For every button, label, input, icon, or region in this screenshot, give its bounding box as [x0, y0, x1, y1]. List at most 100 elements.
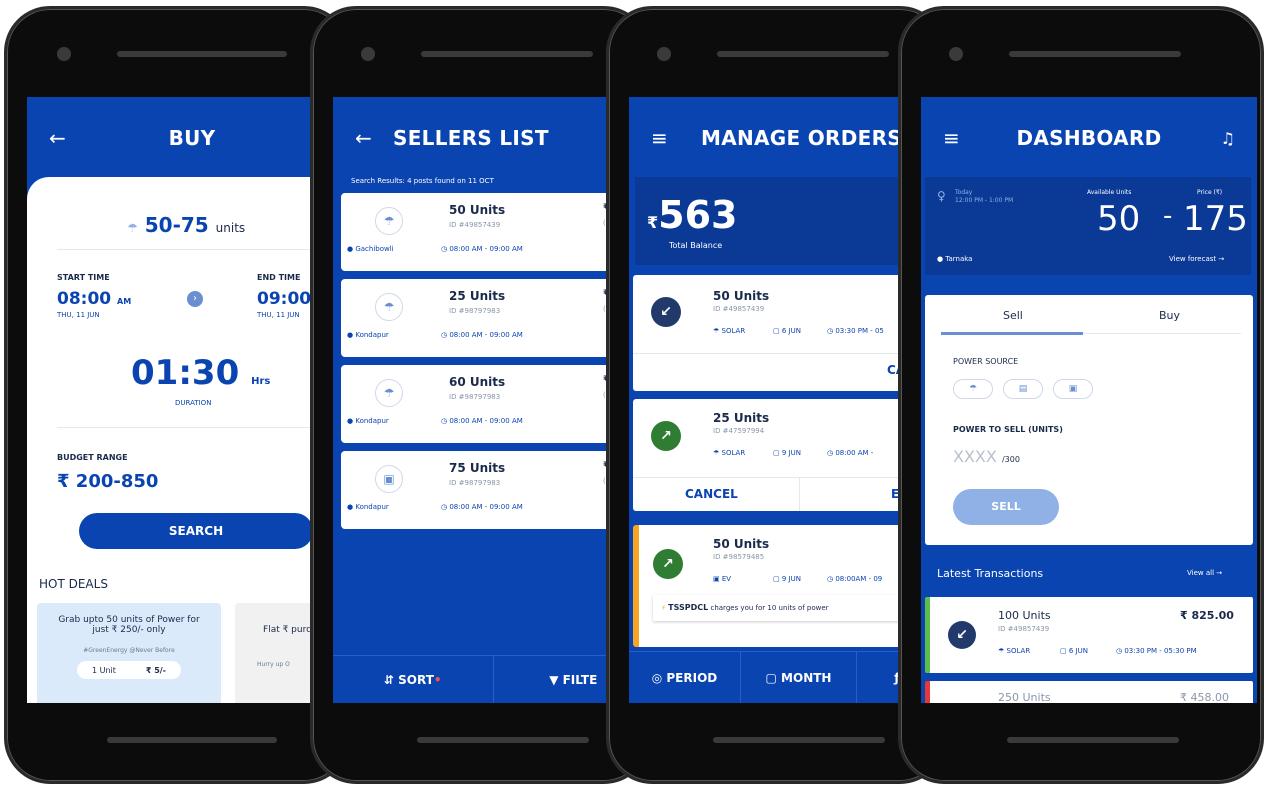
- back-arrow-icon[interactable]: ←: [355, 126, 372, 150]
- month-button[interactable]: ▢ MONTH: [741, 651, 857, 703]
- seller-card[interactable]: ▣ 75 Units ID #98797983 ● Kondapur ◷ 08:…: [341, 451, 631, 529]
- seller-location: ● Kondapur: [347, 503, 389, 511]
- sell-button[interactable]: SELL: [953, 489, 1059, 525]
- battery-icon: ▤: [1018, 384, 1028, 394]
- tsspdcl-text: charges you for 10 units of power: [710, 604, 829, 612]
- units-value: 50-75: [144, 213, 209, 237]
- bolt-icon: ⚡: [661, 604, 666, 612]
- cancel-button[interactable]: CANCEL: [685, 487, 738, 501]
- sellers-appbar: ← SELLERS LIST: [333, 97, 647, 179]
- end-date: THU, 11 JUN: [257, 311, 300, 319]
- view-all-link[interactable]: View all →: [1187, 569, 1222, 577]
- solar-icon: ☂: [375, 293, 403, 321]
- solar-icon: ☂: [127, 221, 138, 235]
- budget-value[interactable]: ₹ 200-850: [57, 471, 158, 492]
- sort-button[interactable]: ⇵ SORT•: [333, 655, 494, 703]
- deal-text: Grab upto 50 units of Power for just ₹ 2…: [58, 615, 200, 635]
- order-date: ▢ 6 JUN: [773, 327, 801, 335]
- seller-time: ◷ 08:00 AM - 09:00 AM: [441, 503, 523, 511]
- arrow-right-icon: ›: [187, 291, 203, 307]
- solar-icon: ☂: [968, 384, 978, 394]
- bulb-icon: ♀: [937, 189, 946, 203]
- order-units: 25 Units: [713, 411, 770, 425]
- seller-units: 75 Units: [449, 461, 506, 475]
- start-ampm: AM: [117, 297, 132, 306]
- transaction-card[interactable]: 250 Units ₹ 458.00: [925, 681, 1253, 703]
- divider: [633, 477, 933, 478]
- page-title: DASHBOARD: [1016, 126, 1162, 150]
- time-text: 08:00 AM -: [835, 449, 874, 457]
- deal2-sub: Hurry up O: [257, 661, 290, 668]
- month-label: MONTH: [781, 670, 832, 685]
- latest-transactions-title: Latest Transactions: [937, 567, 1044, 580]
- speaker: [421, 51, 593, 57]
- page-title: MANAGE ORDERS: [701, 126, 903, 150]
- phone-buy: ← BUY ☂ 50-75 units START TIME 08:00 AM …: [4, 6, 350, 784]
- tx-time: ◷ 03:30 PM - 05:30 PM: [1116, 647, 1197, 655]
- balance: ₹563: [647, 193, 737, 237]
- duration-value: 01:30: [131, 353, 240, 393]
- tx-units: 100 Units: [998, 609, 1051, 622]
- location: ● Tarnaka: [937, 255, 973, 263]
- power-source-label: POWER SOURCE: [953, 357, 1019, 366]
- start-date: THU, 11 JUN: [57, 311, 100, 319]
- seller-card[interactable]: ☂ 60 Units ID #98797983 ● Kondapur ◷ 08:…: [341, 365, 631, 443]
- menu-icon[interactable]: ≡: [651, 126, 668, 150]
- tx-source: ☂ SOLAR: [998, 647, 1031, 655]
- sell-buy-card: Sell Buy POWER SOURCE ☂ ▤ ▣ POWER TO SEL…: [925, 295, 1253, 545]
- tab-sell[interactable]: Sell: [1003, 309, 1023, 322]
- sort-indicator-icon: •: [433, 672, 442, 687]
- end-time[interactable]: 09:00: [257, 289, 311, 309]
- camera: [949, 47, 963, 61]
- transaction-card[interactable]: ↙ 100 Units ID #49857439 ₹ 825.00 ☂ SOLA…: [925, 597, 1253, 673]
- tx-date: ▢ 6 JUN: [1060, 647, 1088, 655]
- home-bar: [713, 737, 885, 743]
- today-label: Today: [955, 189, 973, 196]
- search-results-text: Search Results: 4 posts found on 11 OCT: [351, 177, 494, 185]
- home-bar: [1007, 737, 1179, 743]
- units-placeholder: XXXX: [953, 447, 997, 466]
- time-text: 08:00 AM - 09:00 AM: [449, 417, 523, 425]
- tab-buy[interactable]: Buy: [1159, 309, 1180, 322]
- arrow-up-right-icon: ↗: [651, 421, 681, 451]
- speaker: [1009, 51, 1181, 57]
- sort-label: SORT: [398, 672, 434, 687]
- duration-unit: Hrs: [251, 376, 271, 387]
- period-button[interactable]: ◎ PERIOD: [629, 651, 741, 703]
- order-card[interactable]: ↗ 50 Units ID #98579485 ▣ EV ▢ 9 JUN ◷ 0…: [633, 525, 933, 647]
- location-text: Kondapur: [355, 331, 389, 339]
- deal-card[interactable]: Grab upto 50 units of Power for just ₹ 2…: [37, 603, 221, 703]
- order-card[interactable]: ↙ 50 Units ID #49857439 ☂ SOLAR ▢ 6 JUN …: [633, 275, 933, 391]
- phone-sellers: ← SELLERS LIST Search Results: 4 posts f…: [310, 6, 650, 784]
- buy-form: ☂ 50-75 units START TIME 08:00 AM THU, 1…: [27, 177, 347, 703]
- solar-source-chip[interactable]: ☂: [953, 379, 993, 399]
- forecast-link[interactable]: View forecast →: [1169, 255, 1224, 263]
- car-icon: ▣: [375, 465, 403, 493]
- camera: [657, 47, 671, 61]
- ev-source-chip[interactable]: ▣: [1053, 379, 1093, 399]
- date-text: 6 JUN: [781, 327, 801, 335]
- seller-card[interactable]: ☂ 25 Units ID #98797983 ● Kondapur ◷ 08:…: [341, 279, 631, 357]
- bell-icon[interactable]: ♫: [1221, 129, 1235, 148]
- start-time[interactable]: 08:00 AM: [57, 289, 131, 309]
- order-id: ID #49857439: [713, 305, 765, 313]
- search-button[interactable]: SEARCH: [79, 513, 313, 549]
- seller-card[interactable]: ☂ 50 Units ID #49857439 ● Gachibowli ◷ 0…: [341, 193, 631, 271]
- page-title: SELLERS LIST: [393, 126, 549, 150]
- speaker: [117, 51, 287, 57]
- balance-value: 563: [658, 193, 738, 237]
- grid-source-chip[interactable]: ▤: [1003, 379, 1043, 399]
- end-label: END TIME: [257, 273, 301, 282]
- tsspdcl-note: ⚡ TSSPDCL charges you for 10 units of po…: [653, 595, 913, 621]
- units-display[interactable]: ☂ 50-75 units: [127, 213, 245, 237]
- price-value: 175: [1183, 199, 1248, 239]
- order-card[interactable]: ↗ 25 Units ID #47597994 ☂ SOLAR ▢ 9 JUN …: [633, 399, 933, 511]
- divider: [57, 249, 327, 250]
- order-source: ☂ SOLAR: [713, 449, 746, 457]
- summary-card: ♀ Today 12:00 PM - 1:00 PM Available Uni…: [925, 177, 1251, 275]
- buy-screen: ← BUY ☂ 50-75 units START TIME 08:00 AM …: [27, 97, 347, 703]
- phone-orders: ≡ MANAGE ORDERS ₹563 Total Balance ↙ 50 …: [606, 6, 946, 784]
- units-input[interactable]: XXXX /300: [953, 447, 1020, 466]
- home-bar: [417, 737, 589, 743]
- seller-location: ● Kondapur: [347, 331, 389, 339]
